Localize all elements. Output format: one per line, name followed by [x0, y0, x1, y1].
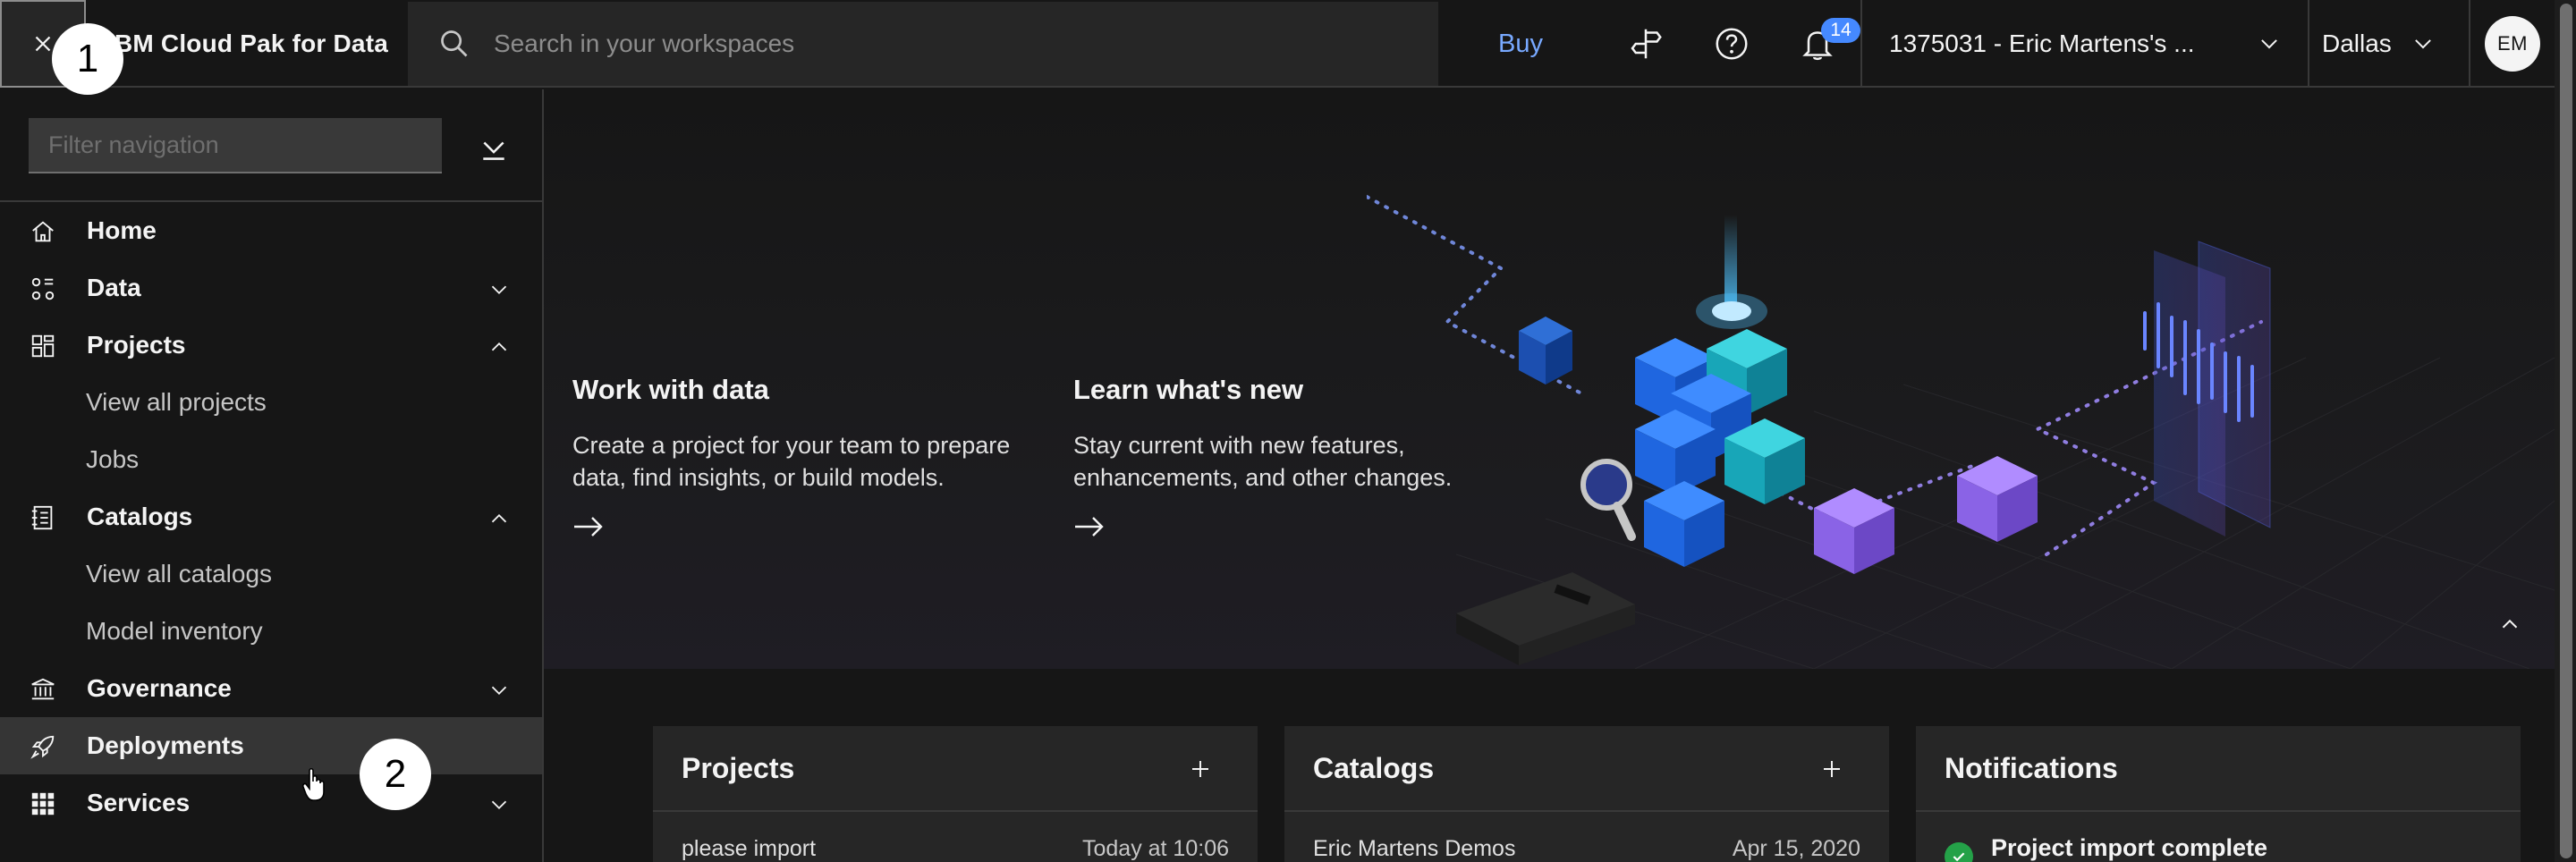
add-catalog-button[interactable] [1816, 753, 1848, 785]
signpost-icon [1631, 29, 1662, 59]
nav-label: Data [87, 274, 141, 301]
notifications-tile: Notifications Project import complete [1916, 726, 2521, 862]
chevron-down-icon [2415, 39, 2431, 49]
step-marker-1: 1 [52, 23, 123, 95]
scrollbar-thumb[interactable] [2560, 4, 2572, 858]
notification-count-badge: 14 [1821, 18, 1860, 43]
tile-title: Catalogs [1313, 751, 1435, 784]
catalogs-tile: Catalogs Eric Martens Demos Apr 15, 2020 [1284, 726, 1889, 862]
nav-item-jobs[interactable]: Jobs [0, 431, 542, 488]
nav-label: Catalogs [87, 503, 193, 530]
hand-cursor-icon [302, 767, 325, 801]
global-search[interactable] [408, 2, 1438, 86]
catalog-name: Eric Martens Demos [1313, 836, 1516, 861]
region-label: Dallas [2322, 30, 2392, 57]
project-list-item[interactable]: please import Today at 10:06 [653, 814, 1258, 862]
collapse-all-button[interactable] [472, 129, 515, 172]
nav-item-deployments[interactable]: Deployments [0, 717, 542, 774]
nav-item-services[interactable]: Services [0, 774, 542, 832]
chevron-down-icon [2261, 39, 2277, 49]
projects-tile-title: Projects [653, 726, 1258, 812]
plus-icon [1192, 761, 1208, 777]
nav-label: Jobs [86, 445, 140, 473]
chevron-up-icon [2502, 619, 2518, 629]
nav-item-view-all-catalogs[interactable]: View all catalogs [0, 545, 542, 603]
work-with-data-text: Create a project for your team to prepar… [572, 432, 1011, 491]
nav-item-view-all-projects[interactable]: View all projects [0, 374, 542, 431]
chevron-up-icon [491, 342, 507, 351]
project-name: please import [682, 836, 817, 861]
work-with-data-card[interactable]: Work with data Create a project for your… [572, 374, 1020, 545]
tile-title: Notifications [1945, 751, 2118, 784]
notification-item[interactable]: Project import complete [1945, 814, 2267, 862]
arrow-right-icon[interactable] [572, 513, 605, 540]
nav-item-catalogs[interactable]: Catalogs [0, 488, 542, 545]
nav-label: Projects [87, 331, 186, 359]
search-icon [436, 26, 472, 62]
filter-navigation-input[interactable] [29, 118, 442, 173]
search-input[interactable] [494, 30, 1299, 58]
filter-row [0, 89, 542, 202]
nav-label: View all projects [86, 388, 267, 416]
nav-label: Model inventory [86, 617, 263, 645]
top-header: IBM Cloud Pak for Data Buy 14 1375031 - … [0, 0, 2555, 88]
governance-icon [29, 675, 57, 704]
nav-item-projects[interactable]: Projects [0, 317, 542, 374]
home-icon [29, 217, 57, 246]
projects-icon [29, 332, 57, 360]
catalogs-tile-title: Catalogs [1284, 726, 1889, 812]
nav-label: Home [87, 216, 157, 244]
plus-icon [1824, 761, 1840, 777]
hero-illustration [1367, 195, 2555, 669]
nav-list: Home Data Projects View all projects Job… [0, 202, 542, 832]
catalog-icon [29, 503, 57, 532]
dashboard-tiles: Projects please import Today at 10:06 Ca… [653, 726, 2529, 862]
collapse-banner-button[interactable] [2494, 608, 2526, 640]
tile-title: Projects [682, 751, 795, 784]
collapse-all-icon [483, 141, 504, 160]
chevron-down-icon [491, 686, 507, 696]
data-icon [29, 275, 57, 303]
nav-label: Deployments [87, 731, 244, 759]
side-navigation: Home Data Projects View all projects Job… [0, 89, 544, 862]
arrow-right-icon[interactable] [1073, 513, 1106, 540]
page-scrollbar[interactable] [2555, 0, 2576, 862]
notifications-tile-title: Notifications [1916, 726, 2521, 812]
add-project-button[interactable] [1184, 753, 1216, 785]
step-marker-2: 2 [360, 739, 431, 810]
signpost-button[interactable] [1603, 0, 1689, 88]
user-menu[interactable]: EM [2469, 0, 2555, 88]
nav-label: Governance [87, 674, 232, 702]
nav-item-governance[interactable]: Governance [0, 660, 542, 717]
work-with-data-title: Work with data [572, 374, 769, 405]
chevron-up-icon [491, 513, 507, 523]
chevron-down-icon [491, 800, 507, 810]
nav-item-home[interactable]: Home [0, 202, 542, 259]
catalog-date: Apr 15, 2020 [1732, 836, 1860, 861]
chevron-down-icon [491, 285, 507, 295]
nav-item-data[interactable]: Data [0, 259, 542, 317]
avatar[interactable]: EM [2485, 16, 2540, 72]
project-date: Today at 10:06 [1081, 836, 1229, 861]
region-switcher[interactable]: Dallas [2308, 0, 2469, 88]
nav-item-model-inventory[interactable]: Model inventory [0, 603, 542, 660]
main-content: Work with data Create a project for your… [544, 89, 2555, 862]
help-button[interactable] [1689, 0, 1775, 88]
account-label: 1375031 - Eric Martens's ... [1889, 30, 2195, 57]
notification-text: Project import complete [1991, 834, 2268, 861]
checkmark-icon [1945, 842, 1973, 862]
notifications-button[interactable]: 14 [1775, 0, 1860, 88]
projects-tile: Projects please import Today at 10:06 [653, 726, 1258, 862]
rocket-icon [29, 732, 57, 761]
buy-link[interactable]: Buy [1467, 0, 1574, 88]
nav-label: Services [87, 789, 191, 816]
hero-banner: Work with data Create a project for your… [544, 89, 2555, 669]
services-grid-icon [29, 790, 57, 818]
catalog-list-item[interactable]: Eric Martens Demos Apr 15, 2020 [1284, 814, 1889, 862]
help-icon [1716, 28, 1748, 60]
account-switcher[interactable]: 1375031 - Eric Martens's ... [1860, 0, 2308, 88]
nav-label: View all catalogs [86, 560, 273, 587]
brand-title[interactable]: IBM Cloud Pak for Data [107, 0, 388, 88]
